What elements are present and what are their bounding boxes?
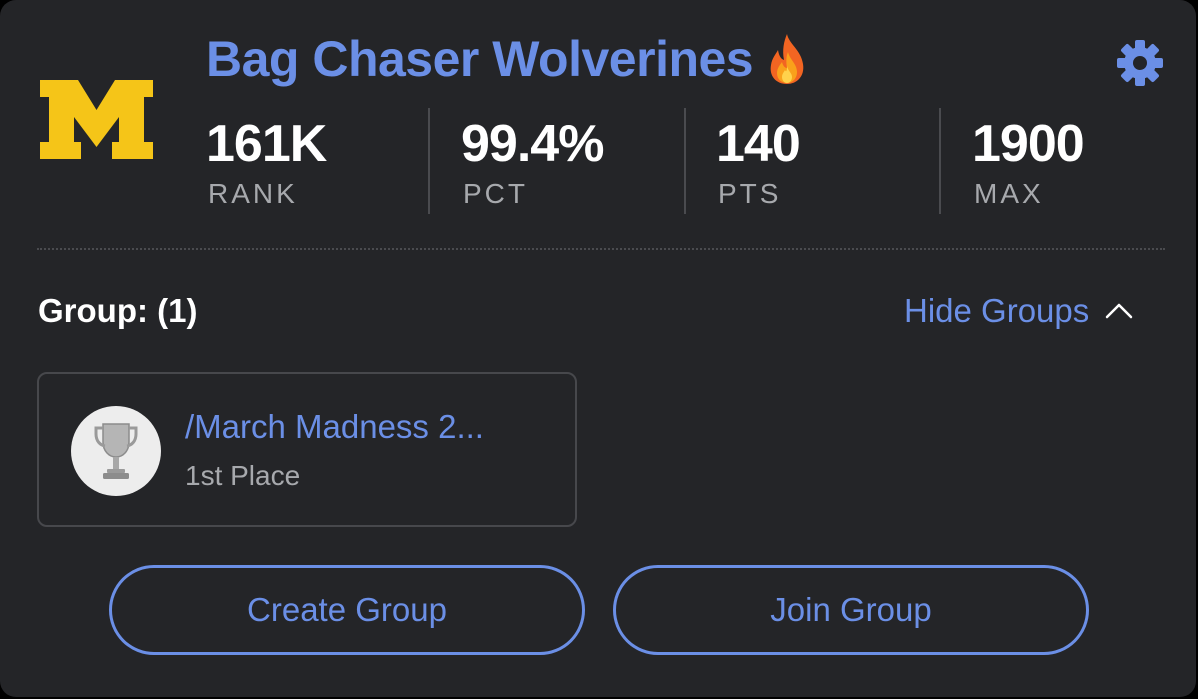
stat-divider	[684, 108, 686, 214]
stat-max-label: MAX	[974, 178, 1044, 209]
join-group-button[interactable]: Join Group	[613, 565, 1089, 655]
create-group-button[interactable]: Create Group	[109, 565, 585, 655]
team-header: Bag Chaser Wolverines	[206, 30, 809, 88]
stat-pct-label: PCT	[463, 178, 528, 209]
stat-rank-value: 161K	[206, 115, 327, 173]
stat-pts-value: 140	[716, 115, 801, 173]
gear-icon[interactable]	[1116, 39, 1164, 87]
bracket-summary-card: Bag Chaser Wolverines 161K RANK 99.4% PC…	[0, 0, 1196, 697]
stat-pct-value: 99.4%	[461, 115, 604, 173]
team-name[interactable]: Bag Chaser Wolverines	[206, 30, 754, 88]
section-divider	[37, 248, 1165, 250]
hide-groups-label: Hide Groups	[904, 292, 1090, 329]
stat-rank-label: RANK	[208, 178, 298, 209]
trophy-icon	[94, 423, 138, 479]
group-card[interactable]: /March Madness 2... 1st Place	[37, 372, 577, 527]
group-name[interactable]: /March Madness 2...	[185, 408, 484, 446]
stat-divider	[939, 108, 941, 214]
group-place: 1st Place	[185, 460, 301, 491]
group-avatar	[71, 406, 161, 496]
group-count-heading: Group: (1)	[38, 292, 198, 329]
chevron-up-icon	[1106, 303, 1133, 319]
michigan-logo	[40, 80, 153, 159]
stat-pts-label: PTS	[718, 178, 782, 209]
hide-groups-toggle[interactable]: Hide Groups	[904, 292, 1133, 330]
stat-max-value: 1900	[972, 115, 1085, 173]
fire-icon	[770, 34, 804, 84]
stats-row: 161K RANK 99.4% PCT 140 PTS 1900 MAX	[206, 108, 1166, 214]
stat-divider	[428, 108, 430, 214]
